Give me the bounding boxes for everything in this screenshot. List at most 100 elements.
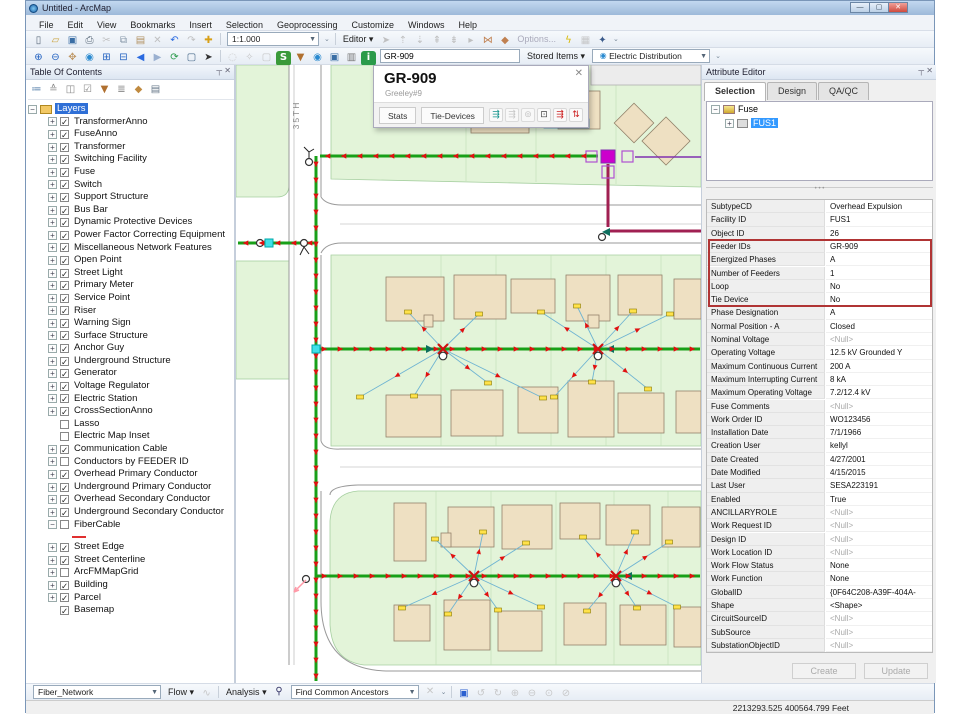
layer-label[interactable]: Primary Meter — [74, 279, 134, 290]
layer-checkbox[interactable]: ✓ — [60, 445, 69, 454]
toc-layer-row[interactable]: +✓Switch — [28, 179, 234, 192]
feeder-search-input[interactable] — [380, 49, 520, 63]
toc-layer-row[interactable]: +✓Service Point — [28, 292, 234, 305]
layer-label[interactable]: Parcel — [74, 592, 101, 603]
arcfm-s-icon[interactable]: S — [276, 51, 291, 66]
layer-label[interactable]: Power Factor Correcting Equipment — [74, 229, 225, 240]
attribute-value[interactable]: 8 kA — [826, 373, 933, 386]
expand-icon[interactable]: + — [48, 382, 57, 391]
layer-checkbox[interactable]: ✓ — [60, 206, 69, 215]
layer-checkbox[interactable]: ✓ — [60, 243, 69, 252]
layer-label[interactable]: Support Structure — [74, 191, 148, 202]
attribute-value[interactable]: 4/15/2015 — [826, 466, 933, 479]
arcfm-info-icon[interactable]: i — [361, 51, 376, 66]
layer-label[interactable]: Underground Primary Conductor — [74, 481, 211, 492]
trace-flow-teal-icon[interactable]: ⇶ — [489, 108, 503, 122]
attribute-value[interactable]: GR-909 — [826, 240, 933, 253]
scale-combo[interactable]: 1:1.000 ▼ — [227, 32, 319, 46]
flow-direction-icon[interactable]: ⇅ — [569, 108, 583, 122]
toc-layer-row[interactable]: +✓Surface Structure — [28, 330, 234, 343]
layer-label[interactable]: Anchor Guy — [74, 342, 124, 353]
report-icon[interactable]: ▥ — [344, 51, 359, 66]
tree-row-fus1[interactable]: +FUS1 — [707, 116, 932, 130]
toc-filter-icon[interactable]: ▼ — [97, 83, 112, 98]
full-extent-icon[interactable]: ◉ — [82, 51, 97, 66]
layer-checkbox[interactable]: ✓ — [60, 218, 69, 227]
attribute-value[interactable]: 12.5 kV Grounded Y — [826, 346, 933, 359]
select-elements-icon[interactable]: ➤ — [201, 51, 216, 66]
expand-icon[interactable]: + — [48, 495, 57, 504]
layer-label[interactable]: CrossSectionAnno — [74, 405, 153, 416]
attribute-value[interactable]: <Null> — [826, 519, 933, 532]
attribute-lightning-icon[interactable]: ϟ — [561, 34, 576, 49]
layer-label[interactable]: TransformerAnno — [74, 116, 148, 127]
layer-checkbox[interactable]: ✓ — [60, 117, 69, 126]
toc-layer-row[interactable]: +✓FuseAnno — [28, 128, 234, 141]
toc-layer-groups-icon[interactable]: ≣ — [114, 83, 129, 98]
close-icon[interactable]: ✕ — [224, 66, 231, 75]
attribute-value[interactable]: No — [826, 293, 933, 306]
toc-layer-row[interactable]: +✓Electric Station — [28, 393, 234, 406]
toc-layer-row[interactable]: +✓Overhead Secondary Conductor — [28, 493, 234, 506]
expand-icon[interactable]: + — [48, 193, 57, 202]
layer-label[interactable]: Dynamic Protective Devices — [74, 216, 192, 227]
close-button[interactable]: ✕ — [888, 2, 908, 13]
trace-tool-icon[interactable]: ⚲ — [272, 685, 287, 700]
expand-icon[interactable]: + — [48, 357, 57, 366]
layer-checkbox[interactable]: ✓ — [60, 344, 69, 353]
toc-layer-row[interactable]: +✓Overhead Primary Conductor — [28, 468, 234, 481]
expand-icon[interactable]: + — [48, 483, 57, 492]
globe-services-icon[interactable]: ◉ — [310, 51, 325, 66]
toc-layer-row[interactable]: +✓Dynamic Protective Devices — [28, 216, 234, 229]
toc-layer-row[interactable] — [28, 531, 234, 541]
tie-devices-button[interactable]: Tie-Devices — [421, 107, 484, 124]
fixed-zoom-in-icon[interactable]: ⊞ — [99, 51, 114, 66]
fixed-zoom-out-icon[interactable]: ⊟ — [116, 51, 131, 66]
layers-root-label[interactable]: Layers — [55, 103, 88, 114]
close-icon[interactable]: ✕ — [926, 66, 933, 75]
toc-layer-row[interactable]: +✓Building — [28, 579, 234, 592]
layer-label[interactable]: FuseAnno — [74, 128, 117, 139]
attribute-value[interactable]: A — [826, 253, 933, 266]
layer-checkbox[interactable]: ✓ — [60, 331, 69, 340]
layer-label[interactable]: Electric Map Inset — [74, 430, 150, 441]
layer-checkbox[interactable]: ✓ — [60, 394, 69, 403]
toolbar-overflow-icon[interactable]: ⌄ — [715, 52, 721, 60]
expand-icon[interactable]: + — [48, 457, 57, 466]
layer-checkbox[interactable]: ✓ — [60, 130, 69, 139]
attribute-value[interactable]: None — [826, 559, 933, 572]
trace-task-combo[interactable]: Find Common Ancestors ▼ — [291, 685, 419, 699]
solve-icon[interactable]: ✕ — [423, 685, 438, 700]
layer-label[interactable]: Surface Structure — [74, 330, 148, 341]
collapse-icon[interactable]: − — [28, 105, 37, 114]
attribute-value[interactable]: <Null> — [826, 639, 933, 652]
expand-icon[interactable]: + — [48, 306, 57, 315]
attribute-value[interactable]: 4/27/2001 — [826, 453, 933, 466]
toc-visibility-icon[interactable]: ◫ — [63, 83, 78, 98]
toc-layer-row[interactable]: +✓Parcel — [28, 592, 234, 605]
attribute-value[interactable]: 1 — [826, 267, 933, 280]
attribute-value[interactable]: SESA223191 — [826, 479, 933, 492]
toolbar-overflow-icon[interactable]: ⌄ — [613, 35, 619, 43]
expand-icon[interactable]: + — [48, 407, 57, 416]
layer-checkbox[interactable]: ✓ — [60, 407, 69, 416]
layer-checkbox[interactable]: ✓ — [60, 269, 69, 278]
reshape-icon[interactable]: ⋈ — [480, 34, 495, 49]
layer-label[interactable]: Underground Secondary Conductor — [74, 506, 224, 517]
pan-icon[interactable]: ✥ — [65, 51, 80, 66]
update-button[interactable]: Update — [864, 663, 928, 679]
expand-icon[interactable]: + — [48, 445, 57, 454]
attribute-value[interactable]: 7/1/1966 — [826, 426, 933, 439]
toc-layer-row[interactable]: +✓Miscellaneous Network Features — [28, 242, 234, 255]
toc-layer-row[interactable]: +✓Warning Sign — [28, 317, 234, 330]
layer-checkbox[interactable]: ✓ — [60, 581, 69, 590]
toc-layer-row[interactable]: +✓Bus Bar — [28, 204, 234, 217]
toc-layer-row[interactable]: +✓Fuse — [28, 166, 234, 179]
layer-checkbox[interactable]: ✓ — [60, 168, 69, 177]
toc-arcfm-icon[interactable]: ◆ — [131, 83, 146, 98]
collapse-icon[interactable]: − — [711, 105, 720, 114]
toc-layer-row[interactable]: +✓Primary Meter — [28, 279, 234, 292]
trace-flow-red-icon[interactable]: ⇶ — [553, 108, 567, 122]
layer-checkbox[interactable]: ✓ — [60, 369, 69, 378]
layer-checkbox[interactable] — [60, 432, 69, 441]
